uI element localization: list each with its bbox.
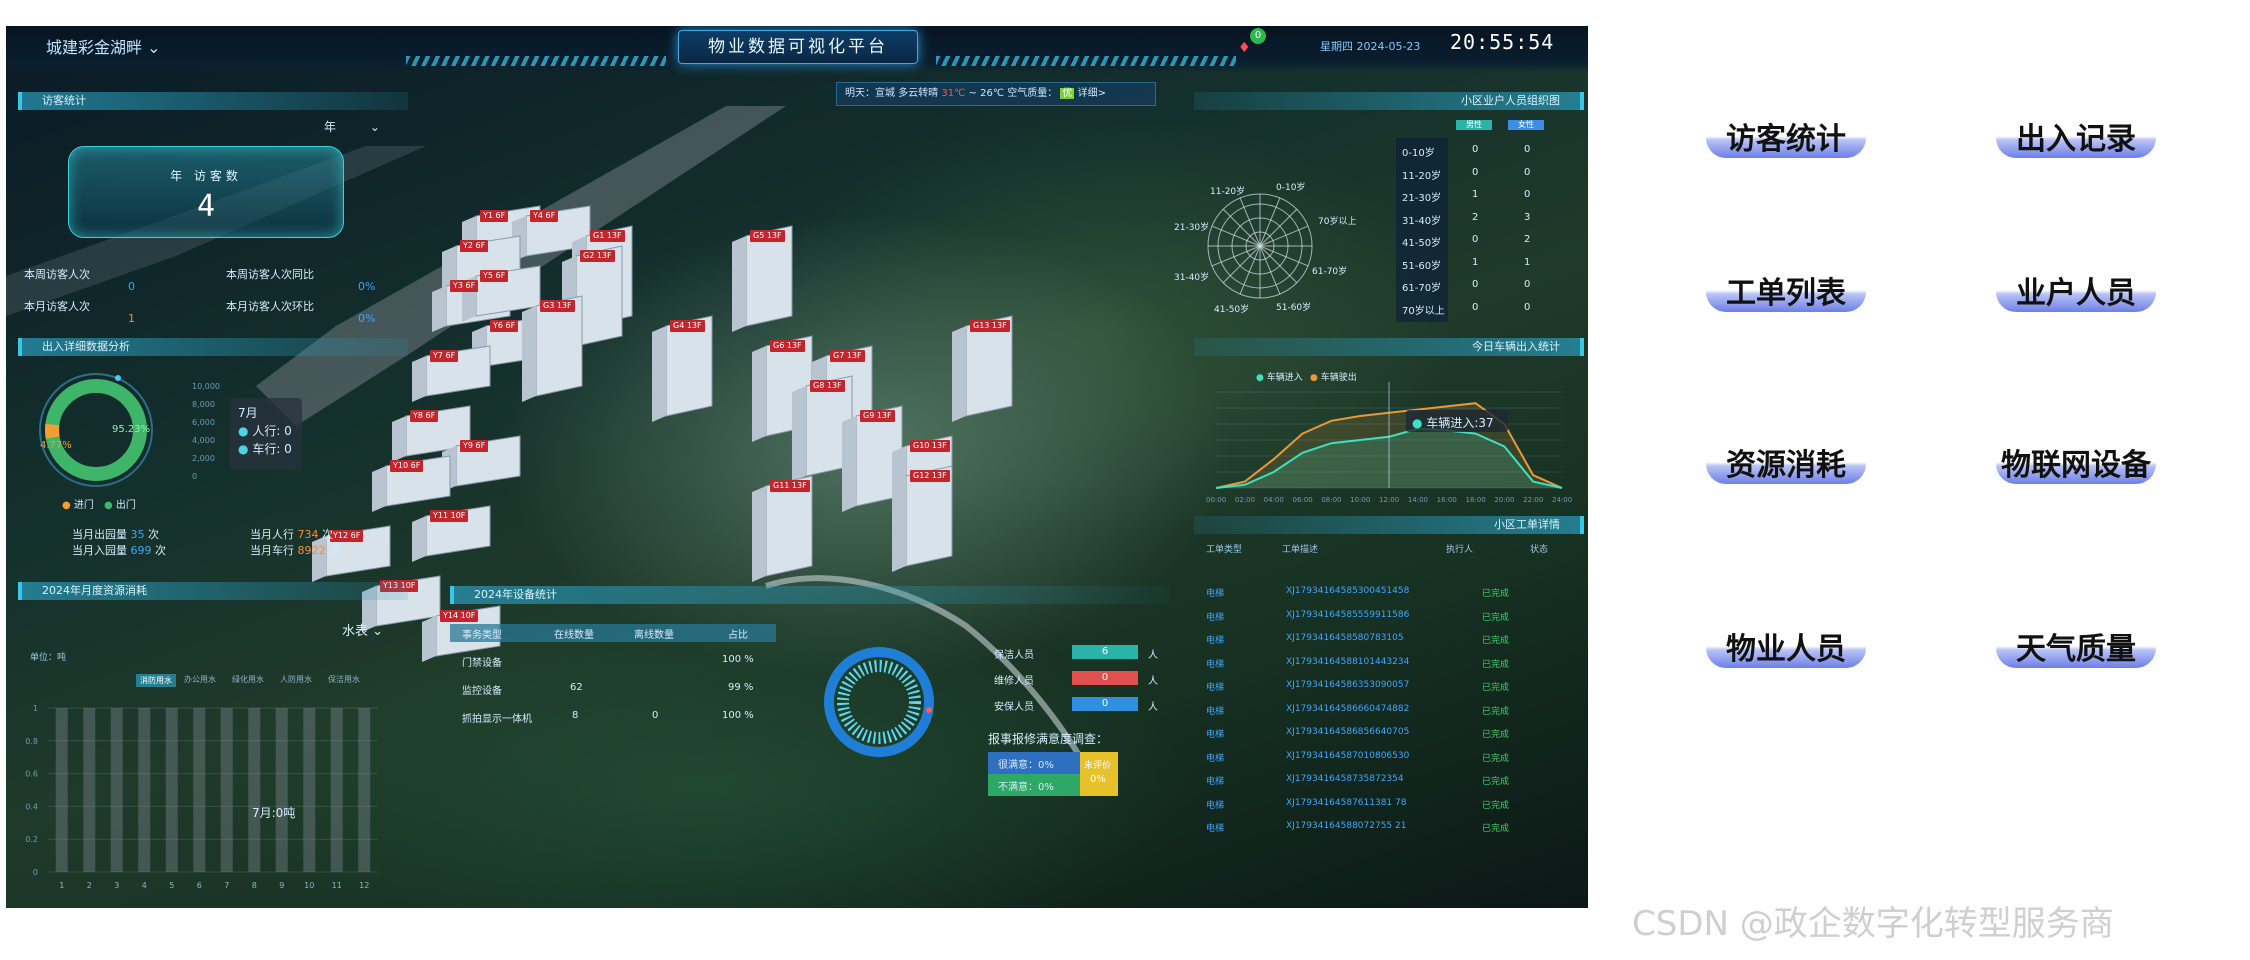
wo-status: 已完成: [1482, 753, 1510, 764]
wo-status: 已完成: [1482, 589, 1510, 599]
wo-id[interactable]: XJ1793416458735872354: [1286, 774, 1404, 784]
menu-button[interactable]: 工单列表: [1706, 272, 1866, 312]
wo-type: 电梯: [1206, 589, 1225, 599]
wo-id[interactable]: XJ17934164585300451458: [1286, 586, 1409, 596]
wo-status: 已完成: [1482, 612, 1510, 623]
wo-type: 电梯: [1206, 777, 1225, 787]
wo-type: 电梯: [1206, 824, 1225, 834]
menu-button[interactable]: 出入记录: [1996, 118, 2156, 158]
wo-id[interactable]: XJ17934164588101443234: [1286, 657, 1409, 667]
wo-status: 已完成: [1482, 636, 1510, 646]
wo-status: 已完成: [1482, 824, 1510, 834]
wo-type: 电梯: [1206, 683, 1225, 693]
wo-status: 已完成: [1482, 706, 1510, 717]
x-tick: 08:00: [1321, 496, 1342, 504]
wo-col-exec: 执行人: [1446, 545, 1474, 555]
wo-type: 电梯: [1206, 730, 1225, 740]
vehicle-tooltip: ● 车辆进入:37: [1406, 410, 1508, 432]
wo-status: 已完成: [1482, 800, 1510, 811]
menu-button[interactable]: 物业人员: [1706, 628, 1866, 668]
wo-id[interactable]: XJ1793416458580783105: [1286, 633, 1404, 643]
wo-id[interactable]: XJ17934164586660474882: [1286, 704, 1409, 714]
x-tick: 12:00: [1379, 496, 1400, 504]
menu-button-label: 出入记录: [2016, 122, 2136, 157]
wo-id[interactable]: XJ17934164586856640705: [1286, 727, 1409, 737]
wo-col-status: 状态: [1530, 545, 1549, 555]
menu-button-label: 访客统计: [1726, 122, 1846, 157]
x-tick: 02:00: [1234, 496, 1256, 504]
x-tick: 16:00: [1436, 496, 1457, 504]
menu-button[interactable]: 资源消耗: [1706, 444, 1866, 484]
wo-id[interactable]: XJ17934164587611381 78: [1286, 798, 1406, 808]
menu-button-label: 物联网设备: [2001, 448, 2151, 483]
x-tick: 20:00: [1494, 496, 1515, 504]
wo-status: 已完成: [1482, 730, 1510, 740]
wo-type: 电梯: [1206, 753, 1225, 764]
wo-status: 已完成: [1482, 683, 1510, 693]
x-tick: 18:00: [1465, 496, 1486, 504]
wo-status: 已完成: [1482, 659, 1510, 670]
menu-button[interactable]: 业户人员: [1996, 272, 2156, 312]
menu-button[interactable]: 物联网设备: [1996, 444, 2156, 484]
menu-button[interactable]: 访客统计: [1706, 118, 1866, 158]
menu-button[interactable]: 天气质量: [1996, 628, 2156, 668]
wo-status: 已完成: [1482, 777, 1510, 787]
wo-type: 电梯: [1206, 636, 1225, 646]
wo-type: 电梯: [1206, 612, 1225, 623]
work-order-header: 小区工单详情: [1194, 516, 1584, 534]
wo-col-desc: 工单描述: [1282, 545, 1319, 555]
x-tick: 04:00: [1263, 496, 1284, 504]
wo-id[interactable]: XJ17934164588072755 21: [1286, 821, 1406, 831]
wo-id[interactable]: XJ17934164586353090057: [1286, 680, 1409, 690]
x-tick: 24:00: [1552, 496, 1573, 504]
x-tick: 10:00: [1350, 496, 1371, 504]
wo-id[interactable]: XJ17934164585559911586: [1286, 610, 1409, 620]
dashboard-screenshot: 城建彩金湖畔 ⌄ 物业数据可视化平台 ♦ 0 星期四 2024-05-23 20…: [6, 26, 1588, 908]
x-tick: 00:00: [1206, 496, 1227, 504]
watermark: CSDN @政企数字化转型服务商: [1632, 904, 2114, 944]
menu-button-label: 天气质量: [2016, 632, 2136, 667]
x-tick: 22:00: [1523, 496, 1544, 504]
menu-button-label: 物业人员: [1726, 632, 1846, 667]
menu-button-label: 业户人员: [2016, 276, 2136, 311]
wo-type: 电梯: [1206, 800, 1225, 811]
wo-col-type: 工单类型: [1206, 545, 1243, 555]
menu-button-label: 工单列表: [1726, 276, 1846, 311]
x-tick: 06:00: [1292, 496, 1313, 504]
wo-type: 电梯: [1206, 659, 1225, 670]
wo-id[interactable]: XJ17934164587010806530: [1286, 751, 1409, 761]
wo-type: 电梯: [1206, 706, 1225, 717]
x-tick: 14:00: [1407, 496, 1429, 504]
menu-button-label: 资源消耗: [1726, 448, 1846, 483]
